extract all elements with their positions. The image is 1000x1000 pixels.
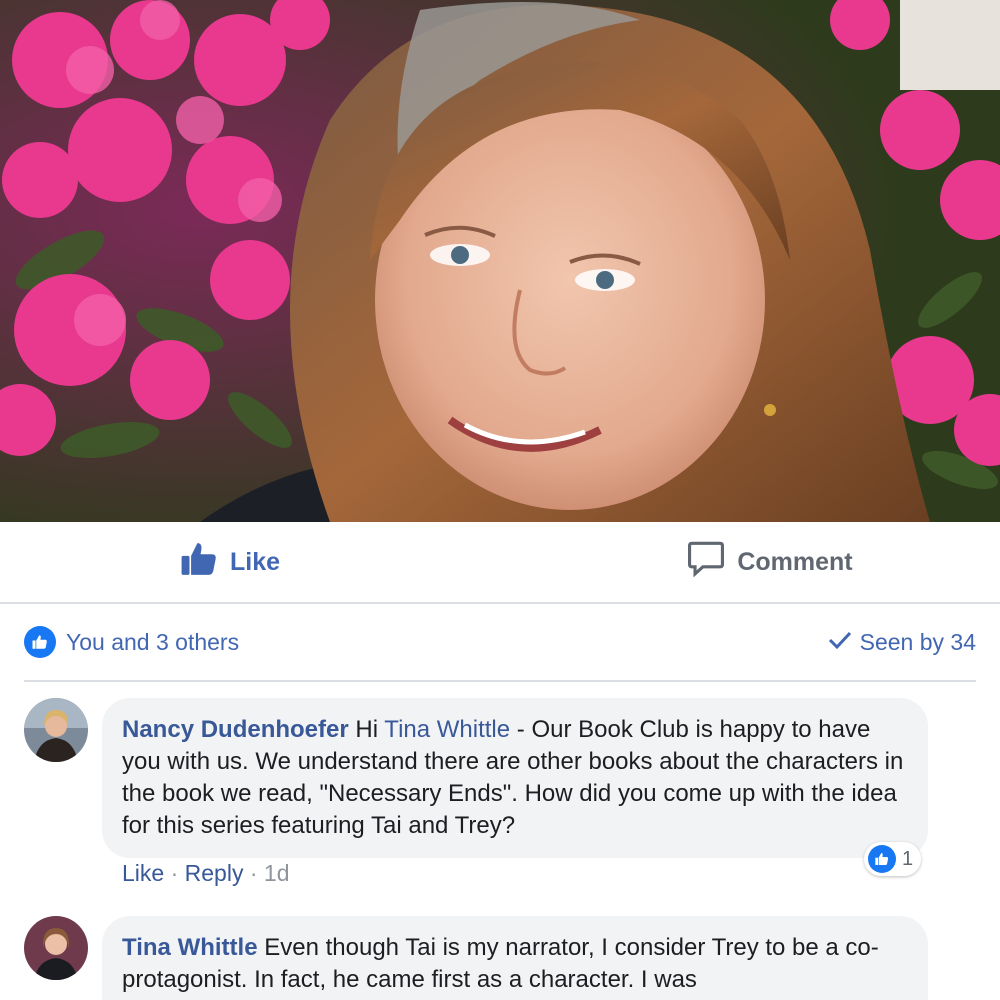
comment-text-prefix: Hi bbox=[355, 716, 385, 743]
comment: Tina Whittle Even though Tai is my narra… bbox=[24, 916, 984, 1000]
reactions-summary[interactable]: You and 3 others bbox=[24, 626, 239, 658]
comment-reaction-count[interactable]: 1 bbox=[864, 842, 922, 876]
avatar[interactable] bbox=[24, 916, 88, 980]
avatar[interactable] bbox=[24, 698, 88, 762]
meta-separator: · bbox=[249, 860, 258, 886]
seen-by-text: Seen by 34 bbox=[859, 628, 976, 655]
comment-bubble: Tina Whittle Even though Tai is my narra… bbox=[102, 916, 928, 1000]
post-photo-image bbox=[0, 0, 1000, 522]
comment-author[interactable]: Tina Whittle bbox=[122, 934, 258, 961]
comment-author[interactable]: Nancy Dudenhoefer bbox=[122, 716, 349, 743]
comment-reply-link[interactable]: Reply bbox=[185, 860, 244, 886]
reactions-row: You and 3 others Seen by 34 bbox=[24, 604, 976, 682]
comment-timestamp[interactable]: 1d bbox=[264, 860, 290, 886]
seen-by[interactable]: Seen by 34 bbox=[828, 629, 976, 656]
thumbs-up-icon bbox=[180, 540, 218, 585]
like-button-label: Like bbox=[229, 547, 281, 576]
comment-bubble-icon bbox=[687, 541, 725, 584]
reactions-summary-text: You and 3 others bbox=[66, 628, 240, 655]
checkmark-icon bbox=[828, 629, 852, 656]
comment: Nancy Dudenhoefer Hi Tina Whittle - Our … bbox=[24, 698, 984, 898]
reaction-count: 1 bbox=[902, 847, 914, 870]
comment-like-link[interactable]: Like bbox=[122, 860, 164, 886]
like-button[interactable]: Like bbox=[0, 522, 500, 602]
comment-bubble: Nancy Dudenhoefer Hi Tina Whittle - Our … bbox=[102, 698, 928, 858]
like-reaction-icon bbox=[24, 626, 56, 658]
comment-button[interactable]: Comment bbox=[500, 522, 1000, 602]
comment-mention[interactable]: Tina Whittle bbox=[384, 716, 510, 743]
like-reaction-icon bbox=[868, 845, 896, 873]
comment-button-label: Comment bbox=[737, 547, 853, 576]
post-action-bar: Like Comment bbox=[0, 522, 1000, 604]
meta-separator: · bbox=[170, 860, 179, 886]
post-photo[interactable] bbox=[0, 0, 1000, 522]
comment-meta: Like · Reply · 1d bbox=[122, 860, 290, 887]
